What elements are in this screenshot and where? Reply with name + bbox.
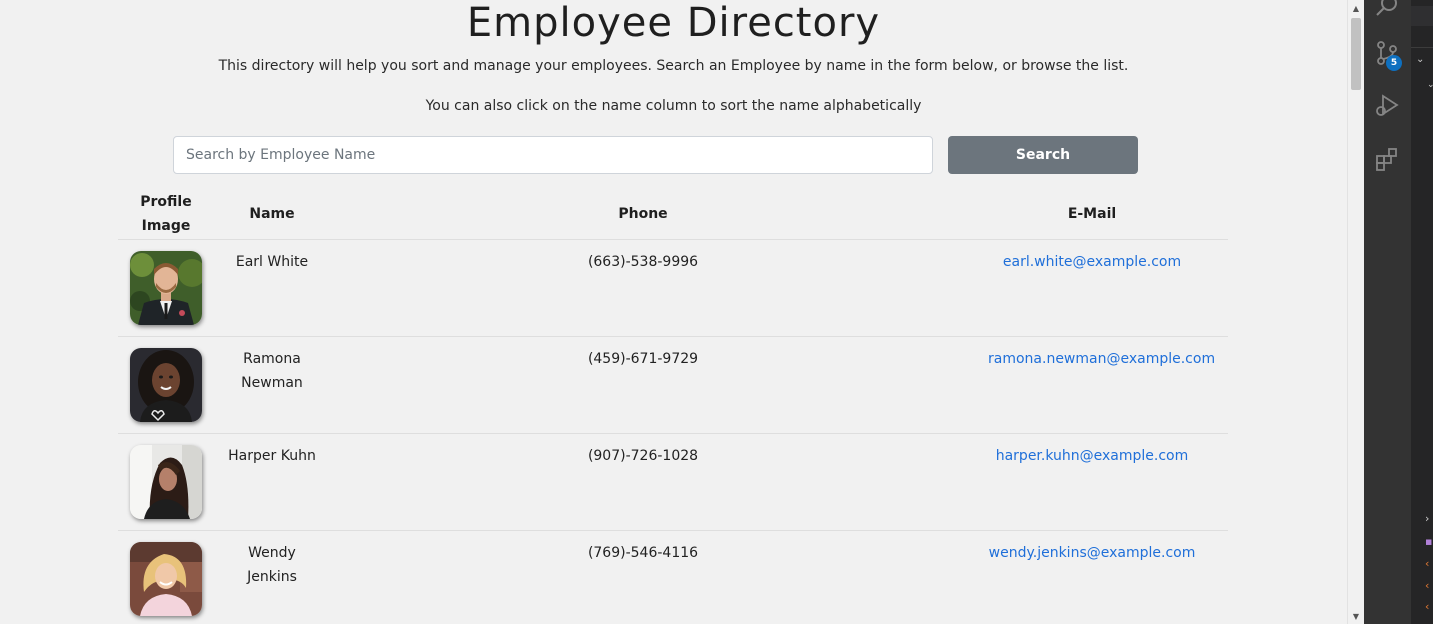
header-name[interactable]: Name — [222, 188, 322, 240]
employee-name: Earl White — [235, 254, 309, 270]
scroll-down-arrow-icon[interactable]: ▼ — [1348, 610, 1364, 624]
chevron-down-icon[interactable]: ⌄ — [1416, 54, 1424, 66]
html-file-icon: ‹ — [1425, 600, 1430, 613]
chevron-down-icon[interactable]: ⌄ — [1427, 80, 1433, 90]
avatar — [130, 348, 202, 422]
file-tree-glyph-icon: › — [1425, 512, 1430, 525]
scroll-thumb[interactable] — [1351, 18, 1361, 90]
avatar — [130, 445, 202, 519]
email-link[interactable]: wendy.jenkins@example.com — [989, 545, 1196, 561]
search-button[interactable]: Search — [948, 136, 1138, 174]
employee-phone: (459)-671-9729 — [587, 351, 699, 367]
employee-name: Ramona Newman — [241, 351, 303, 391]
employee-phone: (663)-538-9996 — [587, 254, 699, 270]
search-icon[interactable] — [1374, 0, 1400, 20]
employee-email: harper.kuhn@example.com — [988, 444, 1196, 468]
intro-text: This directory will help you sort and ma… — [218, 58, 1129, 74]
header-profile-image: Profile Image — [140, 194, 192, 234]
employee-phone: (907)-726-1028 — [587, 448, 699, 464]
table-row: Harper Kuhn (907)-726-1028 harper.kuhn@e… — [118, 434, 1228, 531]
employee-email: earl.white@example.com — [988, 250, 1196, 274]
page-scrollbar[interactable]: ▲ ▼ — [1347, 0, 1364, 624]
avatar — [130, 251, 202, 325]
file-type-icon: ▪ — [1425, 535, 1433, 548]
sort-hint-text: You can also click on the name column to… — [425, 98, 922, 114]
employee-name: Wendy Jenkins — [247, 545, 297, 585]
employee-email: ramona.newman@example.com — [988, 347, 1215, 371]
search-input[interactable] — [173, 136, 933, 174]
email-link[interactable]: harper.kuhn@example.com — [996, 448, 1189, 464]
scroll-up-arrow-icon[interactable]: ▲ — [1348, 2, 1364, 16]
panel-title-bar — [1411, 6, 1433, 26]
editor-side-panel: ⌄ ⌄ › ▪ ‹ ‹ ‹ — [1411, 0, 1433, 624]
email-link[interactable]: earl.white@example.com — [1003, 254, 1181, 270]
extensions-icon[interactable] — [1374, 146, 1400, 172]
table-row: Wendy Jenkins (769)-546-4116 wendy.jenki… — [118, 531, 1228, 624]
header-phone: Phone — [618, 206, 668, 222]
employee-email: wendy.jenkins@example.com — [988, 541, 1196, 565]
employee-name: Harper Kuhn — [228, 448, 316, 464]
table-row: Ramona Newman (459)-671-9729 ramona.newm… — [118, 337, 1228, 434]
panel-divider — [1411, 47, 1433, 48]
editor-activity-bar — [1364, 0, 1411, 624]
employee-table: Profile Image Name Phone E-Mail Earl Whi… — [118, 188, 1228, 624]
employee-phone: (769)-546-4116 — [587, 545, 699, 561]
run-debug-icon[interactable] — [1374, 92, 1400, 118]
avatar — [130, 542, 202, 616]
table-row: Earl White (663)-538-9996 earl.white@exa… — [118, 240, 1228, 337]
header-email: E-Mail — [1067, 206, 1117, 222]
html-file-icon: ‹ — [1425, 557, 1430, 570]
table-header: Profile Image Name Phone E-Mail — [118, 188, 1228, 240]
page-title: Employee Directory — [466, 0, 881, 46]
html-file-icon: ‹ — [1425, 579, 1430, 592]
email-link[interactable]: ramona.newman@example.com — [988, 351, 1215, 367]
source-control-badge: 5 — [1386, 55, 1402, 71]
browser-page: Employee Directory This directory will h… — [0, 0, 1347, 624]
